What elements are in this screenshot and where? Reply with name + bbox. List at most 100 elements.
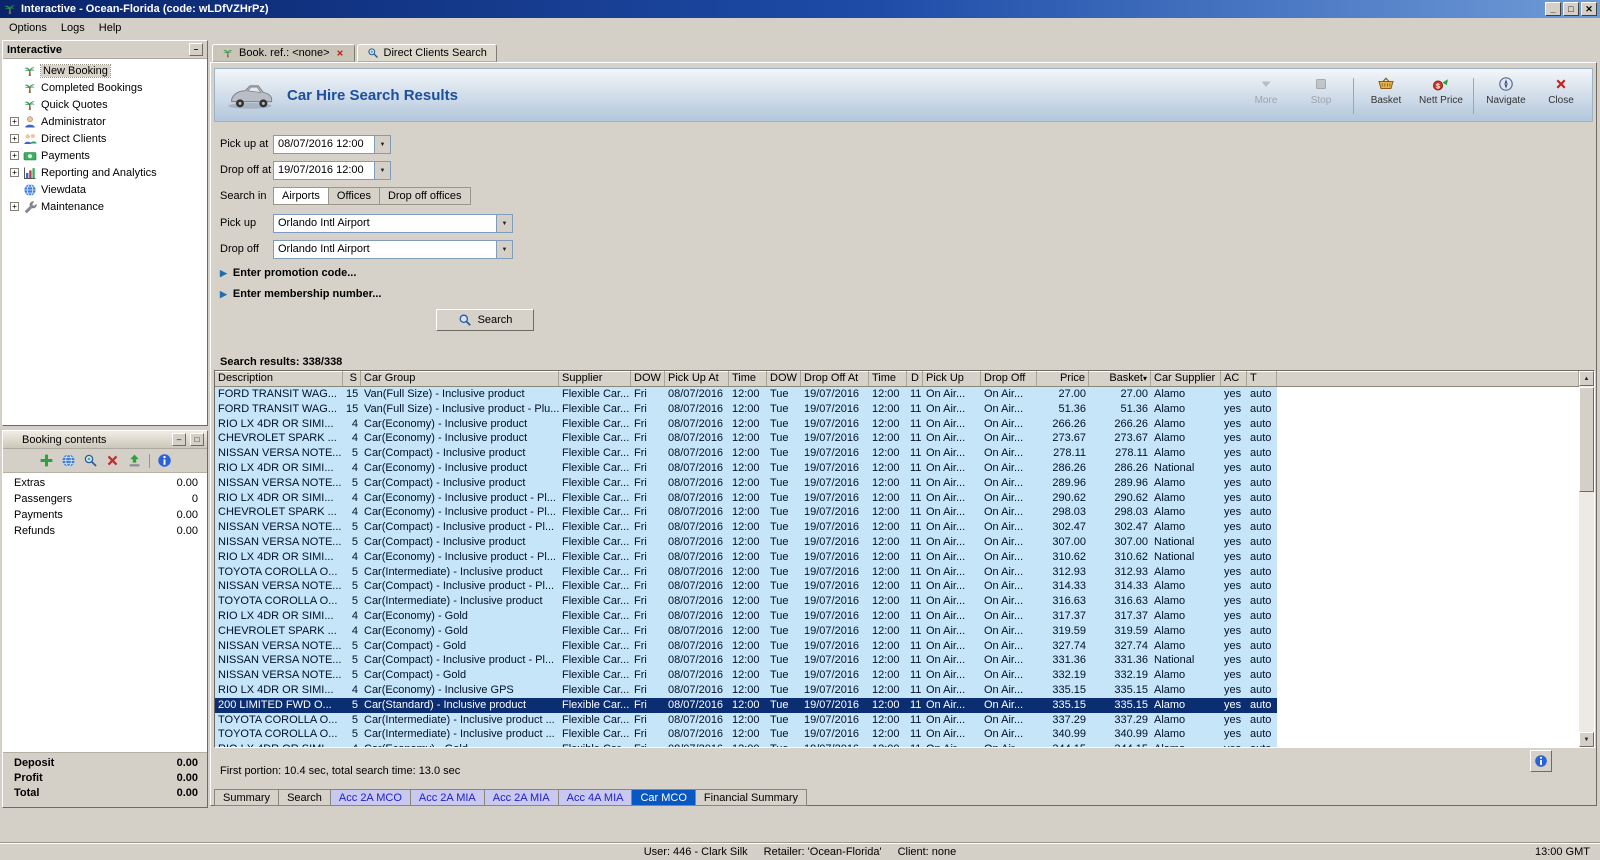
search-in-tab-airports[interactable]: Airports bbox=[273, 187, 329, 205]
table-row[interactable]: NISSAN VERSA NOTE... 5 Car(Compact) - Incl… bbox=[215, 475, 1579, 491]
chevron-down-icon[interactable]: ▼ bbox=[496, 241, 512, 258]
table-row[interactable]: TOYOTA COROLLA O... 5 Car(Intermediate) - … bbox=[215, 594, 1579, 609]
add-icon[interactable] bbox=[39, 453, 54, 468]
minimize-button[interactable]: _ bbox=[1545, 2, 1561, 16]
menu-item-logs[interactable]: Logs bbox=[54, 20, 92, 36]
booking-row-payments[interactable]: Payments 0.00 bbox=[3, 508, 207, 524]
table-row[interactable]: NISSAN VERSA NOTE... 5 Car(Compact) - Incl… bbox=[215, 520, 1579, 535]
table-row[interactable]: RIO LX 4DR OR SIMI... 4 Car(Economy) - Inc… bbox=[215, 460, 1579, 476]
column-header-t-17[interactable]: T bbox=[1247, 371, 1277, 386]
info-button[interactable] bbox=[1530, 750, 1552, 772]
sidebar-item-quick-quotes[interactable]: +Quick Quotes bbox=[3, 96, 207, 113]
column-header-s-1[interactable]: S bbox=[343, 371, 361, 386]
bottom-tab-car-mco[interactable]: Car MCO bbox=[632, 789, 696, 806]
sidebar-item-reporting-and-analytics[interactable]: + Reporting and Analytics bbox=[3, 164, 207, 181]
search-in-tab-drop-off-offices[interactable]: Drop off offices bbox=[379, 187, 471, 205]
column-header-supplier-3[interactable]: Supplier bbox=[559, 371, 631, 386]
scroll-down-button[interactable]: ▼ bbox=[1579, 732, 1594, 747]
table-vertical-scrollbar[interactable]: ▲ ▼ bbox=[1579, 371, 1594, 747]
column-header-pick-up-at-5[interactable]: Pick Up At bbox=[665, 371, 729, 386]
table-row[interactable]: NISSAN VERSA NOTE... 5 Car(Compact) - Gold… bbox=[215, 668, 1579, 683]
table-row[interactable]: RIO LX 4DR OR SIMI...4Car(Economy) - Gol… bbox=[215, 742, 1579, 747]
close-button[interactable]: Close bbox=[1538, 76, 1584, 106]
pickup-combo[interactable]: Orlando Intl Airport ▼ bbox=[273, 214, 513, 233]
column-header-time-9[interactable]: Time bbox=[869, 371, 907, 386]
table-row[interactable]: NISSAN VERSA NOTE... 5 Car(Compact) - Incl… bbox=[215, 653, 1579, 669]
booking-minimize-button[interactable]: – bbox=[172, 433, 186, 446]
table-row[interactable]: RIO LX 4DR OR SIMI... 4 Car(Economy) - Inc… bbox=[215, 549, 1579, 565]
table-row[interactable]: CHEVROLET SPARK ... 4 Car(Economy) - Gold F… bbox=[215, 623, 1579, 639]
table-row[interactable]: RIO LX 4DR OR SIMI... 4 Car(Economy) - Inc… bbox=[215, 490, 1579, 506]
sidebar-item-payments[interactable]: + Payments bbox=[3, 147, 207, 164]
upload-icon[interactable] bbox=[127, 453, 142, 468]
collapse-panel-button[interactable]: – bbox=[189, 43, 203, 56]
navigate-button[interactable]: Navigate bbox=[1483, 76, 1529, 106]
table-row[interactable]: NISSAN VERSA NOTE... 5 Car(Compact) - Gold… bbox=[215, 638, 1579, 654]
table-row[interactable]: TOYOTA COROLLA O... 5 Car(Intermediate) - … bbox=[215, 712, 1579, 728]
membership-number-toggle[interactable]: ▶ Enter membership number... bbox=[220, 288, 381, 300]
expand-icon[interactable]: + bbox=[10, 134, 19, 143]
table-row[interactable]: RIO LX 4DR OR SIMI... 4 Car(Economy) - Inc… bbox=[215, 416, 1579, 432]
scroll-up-button[interactable]: ▲ bbox=[1579, 371, 1594, 386]
nett-price-button[interactable]: $ Nett Price bbox=[1418, 76, 1464, 106]
table-row[interactable]: NISSAN VERSA NOTE... 5 Car(Compact) - Incl… bbox=[215, 446, 1579, 461]
search-button[interactable]: Search bbox=[436, 309, 534, 331]
booking-row-passengers[interactable]: Passengers 0 bbox=[3, 492, 207, 508]
close-window-button[interactable]: ✕ bbox=[1581, 2, 1597, 16]
sidebar-item-administrator[interactable]: + Administrator bbox=[3, 113, 207, 130]
basket-button[interactable]: Basket bbox=[1363, 76, 1409, 106]
expand-icon[interactable]: + bbox=[10, 168, 19, 177]
column-header-d-10[interactable]: D bbox=[907, 371, 923, 386]
column-header-car-supplier-15[interactable]: Car Supplier bbox=[1151, 371, 1221, 386]
expand-icon[interactable]: + bbox=[10, 117, 19, 126]
table-row[interactable]: NISSAN VERSA NOTE... 5 Car(Compact) - Incl… bbox=[215, 534, 1579, 550]
column-header-ac-16[interactable]: AC bbox=[1221, 371, 1247, 386]
bottom-tab-acc-2a-mco[interactable]: Acc 2A MCO bbox=[330, 789, 411, 806]
tab-direct-clients-search[interactable]: Direct Clients Search bbox=[356, 44, 497, 62]
column-header-drop-off-at-8[interactable]: Drop Off At bbox=[801, 371, 869, 386]
column-header-basket-14[interactable]: Basket▾ bbox=[1089, 371, 1151, 386]
close-booking-contents-icon[interactable] bbox=[110, 435, 120, 445]
bottom-tab-acc-4a-mia[interactable]: Acc 4A MIA bbox=[558, 789, 633, 806]
table-row[interactable]: NISSAN VERSA NOTE... 5 Car(Compact) - Incl… bbox=[215, 579, 1579, 595]
globe-icon[interactable] bbox=[61, 453, 76, 468]
sidebar-item-new-booking[interactable]: +New Booking bbox=[3, 62, 207, 79]
tab-book-ref-none[interactable]: Book. ref.: <none> bbox=[212, 44, 355, 62]
column-header-dow-4[interactable]: DOW bbox=[631, 371, 665, 386]
bottom-tab-search[interactable]: Search bbox=[279, 789, 331, 806]
bottom-tab-financial-summary[interactable]: Financial Summary bbox=[695, 789, 808, 806]
column-header-car-group-2[interactable]: Car Group bbox=[361, 371, 559, 386]
chevron-down-icon[interactable]: ▼ bbox=[374, 136, 390, 153]
sidebar-item-viewdata[interactable]: +Viewdata bbox=[3, 181, 207, 198]
bottom-tab-acc-2a-mia[interactable]: Acc 2A MIA bbox=[410, 789, 485, 806]
chevron-down-icon[interactable]: ▼ bbox=[374, 162, 390, 179]
expand-icon[interactable]: + bbox=[10, 202, 19, 211]
delete-icon[interactable] bbox=[105, 453, 120, 468]
scrollbar-thumb[interactable] bbox=[1579, 387, 1594, 492]
table-row[interactable]: 200 LIMITED FWD O... 5 Car(Standard) - Inc… bbox=[215, 697, 1579, 713]
table-row[interactable]: RIO LX 4DR OR SIMI... 4 Car(Economy) - Inc… bbox=[215, 682, 1579, 698]
promotion-code-toggle[interactable]: ▶ Enter promotion code... bbox=[220, 267, 356, 279]
bottom-tab-summary[interactable]: Summary bbox=[214, 789, 280, 806]
sidebar-item-completed-bookings[interactable]: +Completed Bookings bbox=[3, 79, 207, 96]
dropoff-at-combo[interactable]: 19/07/2016 12:00 ▼ bbox=[273, 161, 391, 180]
menu-item-help[interactable]: Help bbox=[92, 20, 129, 36]
chevron-down-icon[interactable]: ▼ bbox=[496, 215, 512, 232]
table-row[interactable]: CHEVROLET SPARK ... 4 Car(Economy) - Inclu… bbox=[215, 431, 1579, 447]
dropoff-combo[interactable]: Orlando Intl Airport ▼ bbox=[273, 240, 513, 259]
booking-row-refunds[interactable]: Refunds 0.00 bbox=[3, 524, 207, 540]
bottom-tab-acc-2a-mia[interactable]: Acc 2A MIA bbox=[484, 789, 559, 806]
maximize-button[interactable]: □ bbox=[1563, 2, 1579, 16]
pickup-at-combo[interactable]: 08/07/2016 12:00 ▼ bbox=[273, 135, 391, 154]
sidebar-item-maintenance[interactable]: + Maintenance bbox=[3, 198, 207, 215]
close-tab-icon[interactable] bbox=[335, 48, 345, 58]
booking-maximize-button[interactable]: □ bbox=[190, 433, 204, 446]
column-header-time-6[interactable]: Time bbox=[729, 371, 767, 386]
sidebar-item-direct-clients[interactable]: + Direct Clients bbox=[3, 130, 207, 147]
table-row[interactable]: FORD TRANSIT WAG... 15 Van(Full Size) - In… bbox=[215, 401, 1579, 417]
table-row[interactable]: TOYOTA COROLLA O... 5 Car(Intermediate) - … bbox=[215, 727, 1579, 743]
table-row[interactable]: FORD TRANSIT WAG... 15 Van(Full Size) - In… bbox=[215, 387, 1579, 402]
table-row[interactable]: TOYOTA COROLLA O... 5 Car(Intermediate) - … bbox=[215, 564, 1579, 580]
column-header-dow-7[interactable]: DOW bbox=[767, 371, 801, 386]
menu-item-options[interactable]: Options bbox=[2, 20, 54, 36]
